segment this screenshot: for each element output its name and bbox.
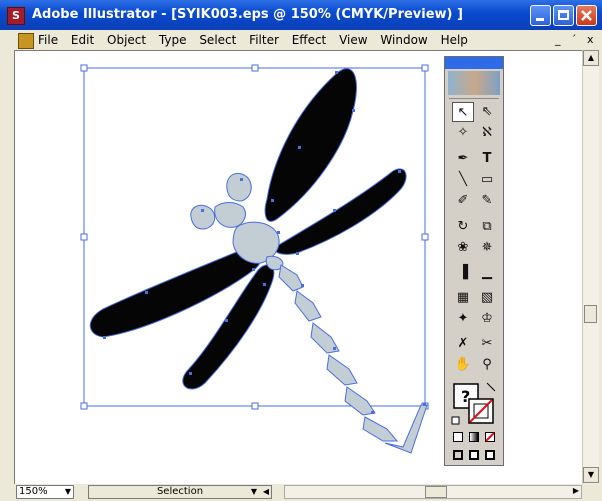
screen-mode-buttons bbox=[451, 449, 499, 461]
pencil-icon[interactable]: ✎ bbox=[476, 191, 498, 211]
toolbox-separator bbox=[449, 98, 499, 99]
abdomen-segment-4 bbox=[326, 354, 358, 386]
eyedropper-icon[interactable]: ✦ bbox=[452, 309, 474, 329]
pen-icon[interactable]: ✒ bbox=[452, 149, 474, 169]
line-icon[interactable]: ╲ bbox=[452, 170, 474, 190]
toolbox-title-bar[interactable] bbox=[445, 57, 503, 69]
menu-object[interactable]: Object bbox=[107, 33, 146, 47]
menu-window[interactable]: Window bbox=[380, 33, 427, 47]
bbox-handle-bl bbox=[80, 402, 88, 410]
status-tool-label: Selection bbox=[156, 486, 204, 497]
maximize-button[interactable] bbox=[553, 5, 574, 26]
bbox-handle-tr bbox=[421, 64, 429, 72]
horizontal-scroll-thumb[interactable] bbox=[425, 486, 447, 498]
window-title: Adobe Illustrator - [SYIK003.eps @ 150% … bbox=[32, 7, 463, 22]
scroll-right-arrow-icon[interactable]: ▶ bbox=[573, 486, 579, 495]
mesh-icon[interactable]: ▦ bbox=[452, 288, 474, 308]
menu-effect[interactable]: Effect bbox=[292, 33, 327, 47]
rotate-icon[interactable]: ↻ bbox=[452, 217, 474, 237]
graph-bar-icon[interactable]: ▁ bbox=[476, 263, 498, 283]
fill-stroke-swatches[interactable]: ? bbox=[451, 381, 499, 427]
bbox-handle-mr bbox=[421, 233, 429, 241]
doc-minimize-button[interactable]: _ bbox=[555, 33, 561, 46]
swap-arrow-icon bbox=[486, 382, 496, 392]
direct-selection-arrow-icon[interactable]: ⇖ bbox=[476, 102, 498, 122]
scroll-up-button[interactable]: ▲ bbox=[583, 50, 599, 66]
symbol-sprayer-icon[interactable]: ✵ bbox=[476, 238, 498, 258]
dragonfly-eye-top bbox=[226, 173, 252, 202]
wing-upper-left bbox=[264, 68, 357, 222]
type-icon[interactable]: T bbox=[476, 149, 498, 169]
illustrator-app-icon[interactable]: S bbox=[7, 7, 25, 25]
minimize-icon bbox=[536, 18, 544, 21]
menu-edit[interactable]: Edit bbox=[71, 33, 94, 47]
close-icon bbox=[581, 10, 592, 21]
none-button[interactable] bbox=[485, 432, 495, 442]
status-tool-field[interactable]: Selection ▼ ◀ bbox=[88, 485, 272, 499]
arrow-down-icon: ▼ bbox=[587, 470, 595, 479]
horizontal-scrollbar[interactable]: ▶ bbox=[284, 485, 582, 499]
abdomen-tail bbox=[384, 404, 428, 454]
doc-restore-button[interactable]: ´ bbox=[571, 33, 577, 46]
rectangle-icon[interactable]: ▭ bbox=[476, 170, 498, 190]
menu-bar: File Edit Object Type Select Filter Effe… bbox=[0, 30, 602, 50]
bbox-handle-ml bbox=[80, 233, 88, 241]
doc-close-button[interactable]: x bbox=[587, 33, 594, 46]
slice-icon[interactable]: ✗ bbox=[452, 334, 474, 354]
bbox-handle-tm bbox=[251, 64, 259, 72]
vertical-scroll-thumb[interactable] bbox=[584, 305, 597, 323]
warp-icon[interactable]: ❀ bbox=[452, 238, 474, 258]
magic-wand-icon[interactable]: ✧ bbox=[452, 123, 474, 143]
paintbrush-icon[interactable]: ✐ bbox=[452, 191, 474, 211]
menu-items: File Edit Object Type Select Filter Effe… bbox=[38, 33, 477, 47]
hand-icon[interactable]: ✋ bbox=[452, 355, 474, 375]
lasso-icon[interactable]: ℵ bbox=[476, 123, 498, 143]
abdomen-segment-6 bbox=[362, 416, 399, 442]
color-mode-buttons bbox=[451, 431, 499, 443]
gradient-button[interactable] bbox=[469, 432, 479, 442]
abdomen-segment-5 bbox=[344, 386, 376, 416]
menu-type[interactable]: Type bbox=[159, 33, 187, 47]
scroll-down-button[interactable]: ▼ bbox=[583, 467, 599, 483]
title-bar: S Adobe Illustrator - [SYIK003.eps @ 150… bbox=[0, 0, 602, 30]
arrow-up-icon: ▲ bbox=[587, 53, 595, 62]
close-button[interactable] bbox=[576, 5, 597, 26]
dragonfly-eye-left bbox=[190, 204, 216, 230]
scissors-icon[interactable]: ✂ bbox=[476, 334, 498, 354]
menu-select[interactable]: Select bbox=[199, 33, 236, 47]
bbox-handle-tl bbox=[80, 64, 88, 72]
status-bar: 150% ▼ Selection ▼ ◀ ▶ bbox=[14, 484, 602, 501]
zoom-level-field[interactable]: 150% ▼ bbox=[16, 485, 74, 499]
standard-screen-mode-button[interactable] bbox=[453, 450, 463, 460]
zoom-level-value: 150% bbox=[19, 486, 48, 497]
color-button[interactable] bbox=[453, 432, 463, 442]
menu-view[interactable]: View bbox=[339, 33, 367, 47]
abdomen-segment-1 bbox=[278, 264, 304, 292]
menu-filter[interactable]: Filter bbox=[249, 33, 279, 47]
maximize-icon bbox=[558, 10, 569, 20]
toolbox-panel: ↖ ⇖ ✧ ℵ ✒ T ╲ ▭ ✐ ✎ ↻ ⧉ ❀ ✵ ▐ ▁ ▦ ▧ ✦ ♔ … bbox=[444, 56, 504, 466]
full-screen-mode-button[interactable] bbox=[485, 450, 495, 460]
vertical-scrollbar[interactable]: ▲ ▼ bbox=[582, 50, 599, 484]
full-screen-menu-mode-button[interactable] bbox=[469, 450, 479, 460]
paint-bucket-icon[interactable]: ♔ bbox=[476, 309, 498, 329]
toolbox-logo-image[interactable] bbox=[448, 71, 500, 95]
abdomen-segment-2 bbox=[294, 290, 322, 322]
gradient-icon[interactable]: ▧ bbox=[476, 288, 498, 308]
default-colors-icon bbox=[451, 416, 460, 425]
document-control-icon[interactable] bbox=[18, 33, 34, 49]
minimize-button[interactable] bbox=[530, 5, 551, 26]
scroll-left-arrow-icon[interactable]: ◀ bbox=[263, 486, 269, 498]
menu-help[interactable]: Help bbox=[441, 33, 468, 47]
bbox-handle-bm bbox=[251, 402, 259, 410]
selection-arrow-icon[interactable]: ↖ bbox=[452, 102, 474, 122]
zoom-icon[interactable]: ⚲ bbox=[476, 355, 498, 375]
menu-file[interactable]: File bbox=[38, 33, 58, 47]
status-menu-arrow-icon[interactable]: ▼ bbox=[251, 486, 257, 498]
scale-icon[interactable]: ⧉ bbox=[476, 217, 498, 237]
chevron-down-icon[interactable]: ▼ bbox=[65, 486, 71, 498]
graph-column-icon[interactable]: ▐ bbox=[452, 263, 474, 283]
dragonfly-head bbox=[214, 202, 246, 228]
